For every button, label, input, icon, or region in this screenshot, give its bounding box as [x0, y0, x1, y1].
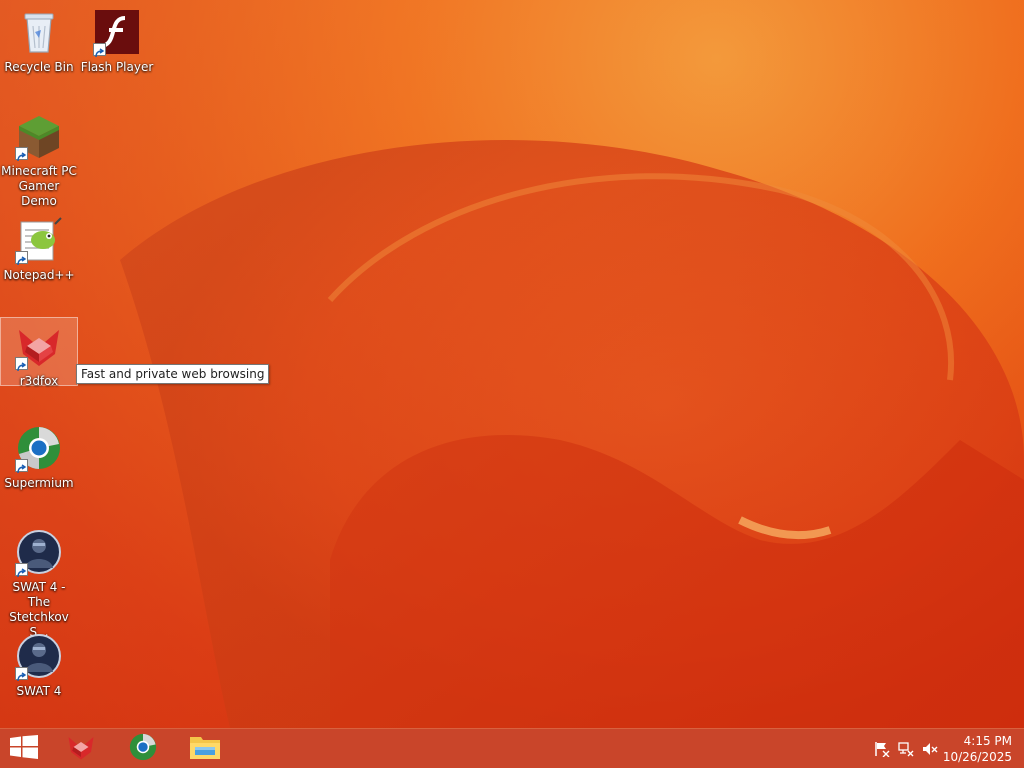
desktop[interactable]: Recycle Bin Flash Player Minecraft PC Ga…	[0, 0, 1024, 728]
desktop-icon-flash-player[interactable]: Flash Player	[78, 4, 156, 75]
action-center-flag-icon[interactable]	[874, 741, 890, 758]
start-button[interactable]	[0, 729, 48, 769]
taskbar: 4:15 PM 10/26/2025	[0, 728, 1024, 768]
desktop-icon-supermium[interactable]: Supermium	[0, 420, 78, 491]
desktop-icon-label: r3dfox	[19, 374, 59, 388]
desktop-icon-label: SWAT 4	[16, 684, 62, 698]
recycle-bin-icon	[15, 8, 63, 56]
desktop-icon-r3dfox[interactable]: r3dfox	[0, 317, 78, 388]
desktop-icon-swat4-stetchkov[interactable]: SWAT 4 - The Stetchkov S...	[0, 524, 78, 640]
notepad-plus-plus-icon	[15, 216, 63, 266]
file-explorer-icon	[189, 733, 221, 765]
shortcut-arrow-icon	[15, 459, 28, 474]
minecraft-icon	[15, 112, 63, 162]
r3dfox-icon	[64, 732, 98, 766]
shortcut-arrow-icon	[15, 357, 28, 372]
desktop-icon-label: Minecraft PC Gamer Demo	[1, 164, 77, 208]
desktop-icon-label: Flash Player	[80, 60, 154, 74]
desktop-icon-minecraft[interactable]: Minecraft PC Gamer Demo	[0, 108, 78, 209]
shortcut-arrow-icon	[15, 251, 28, 266]
desktop-icon-label: Recycle Bin	[4, 60, 74, 74]
taskbar-button-r3dfox[interactable]	[56, 729, 106, 769]
r3dfox-icon	[15, 322, 63, 372]
desktop-icon-label: Notepad++	[3, 268, 75, 282]
clock-date: 10/26/2025	[942, 750, 1012, 764]
network-icon[interactable]	[898, 741, 914, 757]
supermium-icon	[15, 424, 63, 474]
taskbar-button-supermium[interactable]	[118, 729, 168, 769]
supermium-icon	[128, 732, 158, 766]
taskbar-button-file-explorer[interactable]	[180, 729, 230, 769]
shortcut-arrow-icon	[93, 43, 106, 58]
flash-player-icon	[93, 8, 141, 58]
desktop-icon-notepad-plus-plus[interactable]: Notepad++	[0, 212, 78, 283]
swat4-icon	[15, 632, 63, 682]
shortcut-arrow-icon	[15, 667, 28, 682]
shortcut-arrow-icon	[15, 563, 28, 578]
shortcut-arrow-icon	[15, 147, 28, 162]
swat4-icon	[15, 528, 63, 578]
desktop-icon-swat4[interactable]: SWAT 4	[0, 628, 78, 699]
tooltip: Fast and private web browsing	[76, 364, 270, 384]
clock[interactable]: 4:15 PM 10/26/2025	[932, 733, 1012, 765]
desktop-icon-label: Supermium	[4, 476, 74, 490]
desktop-icon-recycle-bin[interactable]: Recycle Bin	[0, 4, 78, 75]
clock-time: 4:15 PM	[963, 734, 1012, 748]
windows-start-icon	[10, 735, 38, 763]
